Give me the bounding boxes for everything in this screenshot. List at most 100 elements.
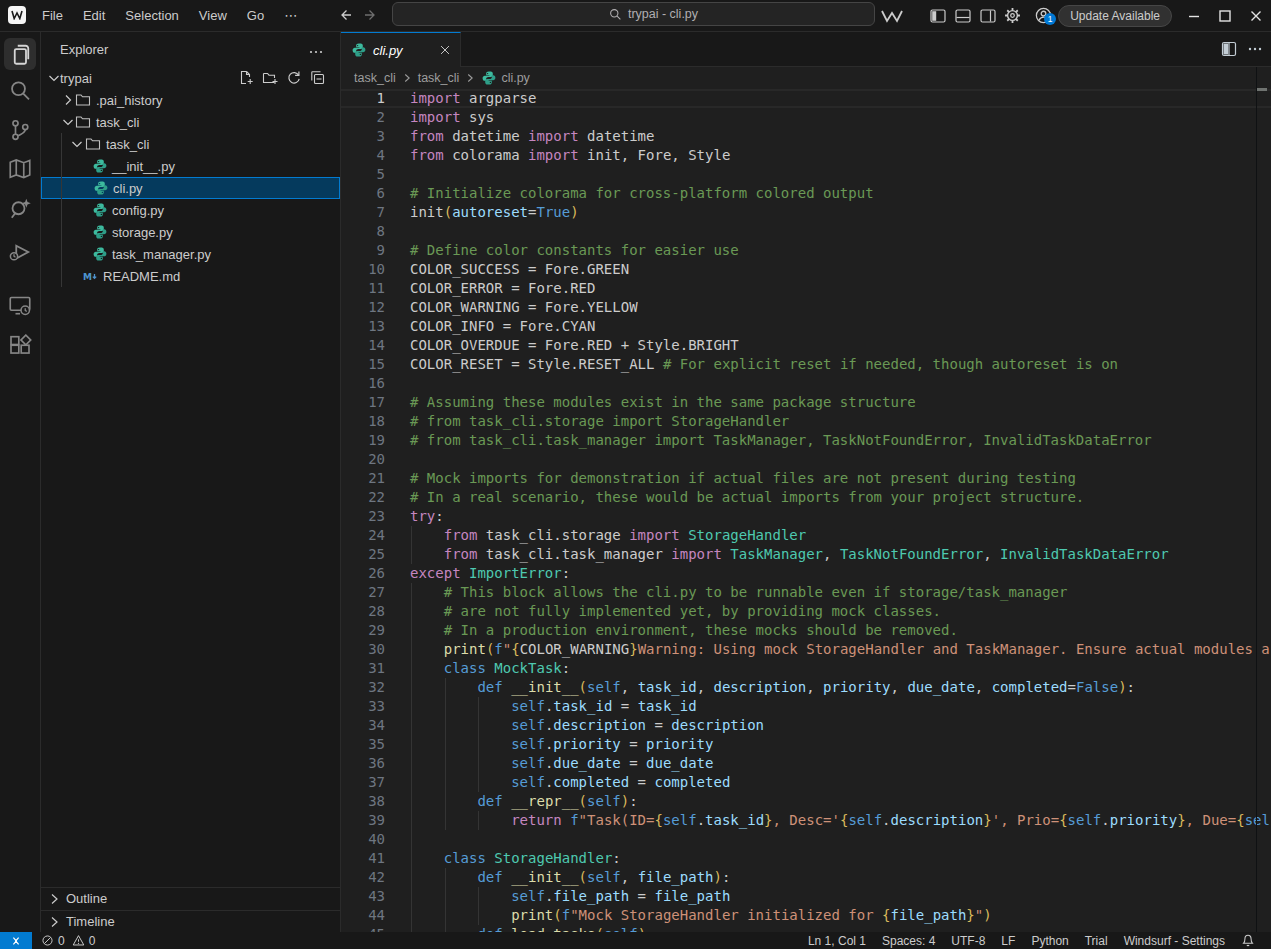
status-ln-1-col-1[interactable]: Ln 1, Col 1 (800, 934, 874, 948)
code-area[interactable]: 1import argparse2import sys3from datetim… (341, 89, 1271, 932)
tree-item-task_cli[interactable]: task_cli (41, 133, 340, 155)
code-line-2[interactable]: 2import sys (341, 108, 1271, 127)
windsurf-logo-icon[interactable] (8, 6, 26, 24)
split-editor-icon[interactable] (1221, 41, 1237, 57)
toggle-panel-icon[interactable] (952, 5, 974, 27)
code-line-20[interactable]: 20 (341, 450, 1271, 469)
tab-cli-py[interactable]: cli.py (341, 32, 461, 67)
tree-item-config.py[interactable]: config.py (41, 199, 340, 221)
settings-gear-icon[interactable] (1001, 5, 1023, 27)
activitybar-run-debug-icon[interactable] (4, 235, 36, 267)
code-line-15[interactable]: 15COLOR_RESET = Style.RESET_ALL # For ex… (341, 355, 1271, 374)
status-python[interactable]: Python (1023, 934, 1076, 948)
code-line-45[interactable]: 45 def load_tasks(self): (341, 925, 1271, 932)
code-line-39[interactable]: 39 return f"Task(ID={self.task_id}, Desc… (341, 811, 1271, 830)
code-line-35[interactable]: 35 self.priority = priority (341, 735, 1271, 754)
code-line-19[interactable]: 19# from task_cli.task_manager import Ta… (341, 431, 1271, 450)
code-line-42[interactable]: 42 def __init__(self, file_path): (341, 868, 1271, 887)
activitybar-extensions-icon[interactable] (4, 330, 36, 362)
code-line-36[interactable]: 36 self.due_date = due_date (341, 754, 1271, 773)
code-line-23[interactable]: 23try: (341, 507, 1271, 526)
menu-view[interactable]: View (189, 0, 237, 31)
tree-item-trypai[interactable]: trypai (41, 67, 340, 89)
sidebar-more-actions-icon[interactable] (308, 44, 324, 60)
collapse-all-icon[interactable] (310, 70, 326, 86)
outline-section[interactable]: Outline (41, 887, 340, 909)
breadcrumb-item[interactable]: task_cli (354, 71, 396, 85)
code-line-29[interactable]: 29 # In a production environment, these … (341, 621, 1271, 640)
code-line-6[interactable]: 6# Initialize colorama for cross-platfor… (341, 184, 1271, 203)
remote-indicator[interactable] (0, 932, 32, 949)
close-button[interactable] (1240, 0, 1271, 31)
code-line-24[interactable]: 24 from task_cli.storage import StorageH… (341, 526, 1271, 545)
new-folder-icon[interactable] (262, 70, 278, 86)
code-line-14[interactable]: 14COLOR_OVERDUE = Fore.RED + Style.BRIGH… (341, 336, 1271, 355)
code-line-12[interactable]: 12COLOR_WARNING = Fore.YELLOW (341, 298, 1271, 317)
account-icon[interactable]: 1 (1032, 5, 1054, 27)
activitybar-windsurf-search-icon[interactable] (4, 193, 36, 225)
new-file-icon[interactable] (238, 70, 254, 86)
code-line-10[interactable]: 10COLOR_SUCCESS = Fore.GREEN (341, 260, 1271, 279)
code-line-5[interactable]: 5 (341, 165, 1271, 184)
code-line-17[interactable]: 17# Assuming these modules exist in the … (341, 393, 1271, 412)
menu-go[interactable]: Go (237, 0, 274, 31)
code-line-32[interactable]: 32 def __init__(self, task_id, descripti… (341, 678, 1271, 697)
tree-item-task_manager.py[interactable]: task_manager.py (41, 243, 340, 265)
menu-selection[interactable]: Selection (115, 0, 188, 31)
code-line-27[interactable]: 27 # This block allows the cli.py to be … (341, 583, 1271, 602)
code-line-1[interactable]: 1import argparse (341, 89, 1271, 108)
code-line-22[interactable]: 22# In a real scenario, these would be a… (341, 488, 1271, 507)
code-line-44[interactable]: 44 print(f"Mock StorageHandler initializ… (341, 906, 1271, 925)
timeline-section[interactable]: Timeline (41, 910, 340, 932)
code-line-37[interactable]: 37 self.completed = completed (341, 773, 1271, 792)
code-line-26[interactable]: 26except ImportError: (341, 564, 1271, 583)
activitybar-source-control-icon[interactable] (4, 114, 36, 146)
toggle-right-sidebar-icon[interactable] (977, 5, 999, 27)
tree-item-task_cli[interactable]: task_cli (41, 111, 340, 133)
menu-edit[interactable]: Edit (73, 0, 115, 31)
notifications-bell-icon[interactable] (1233, 934, 1263, 948)
activitybar-explorer-icon[interactable] (4, 38, 36, 70)
minimize-button[interactable] (1178, 0, 1209, 31)
code-line-13[interactable]: 13COLOR_INFO = Fore.CYAN (341, 317, 1271, 336)
tree-item-__init__.py[interactable]: __init__.py (41, 155, 340, 177)
activitybar-remote-explorer-icon[interactable] (4, 289, 36, 321)
status-spaces-4[interactable]: Spaces: 4 (874, 934, 943, 948)
activitybar-search-icon[interactable] (4, 75, 36, 107)
code-line-21[interactable]: 21# Mock imports for demonstration if ac… (341, 469, 1271, 488)
code-line-16[interactable]: 16 (341, 374, 1271, 393)
tree-item-README.md[interactable]: MREADME.md (41, 265, 340, 287)
status-lf[interactable]: LF (993, 934, 1023, 948)
update-available-button[interactable]: Update Available (1058, 5, 1172, 27)
code-line-18[interactable]: 18# from task_cli.storage import Storage… (341, 412, 1271, 431)
menu-more[interactable]: ⋯ (274, 0, 307, 31)
code-line-25[interactable]: 25 from task_cli.task_manager import Tas… (341, 545, 1271, 564)
nav-back-icon[interactable] (335, 5, 355, 25)
refresh-icon[interactable] (286, 70, 302, 86)
status-windsurf-settings[interactable]: Windsurf - Settings (1116, 934, 1233, 948)
code-line-41[interactable]: 41 class StorageHandler: (341, 849, 1271, 868)
code-line-7[interactable]: 7init(autoreset=True) (341, 203, 1271, 222)
tree-item-.pai_history[interactable]: .pai_history (41, 89, 340, 111)
maximize-button[interactable] (1209, 0, 1240, 31)
code-line-40[interactable]: 40 (341, 830, 1271, 849)
activitybar-map-icon[interactable] (4, 153, 36, 185)
code-line-9[interactable]: 9# Define color constants for easier use (341, 241, 1271, 260)
tree-item-storage.py[interactable]: storage.py (41, 221, 340, 243)
code-line-28[interactable]: 28 # are not fully implemented yet, by p… (341, 602, 1271, 621)
code-line-11[interactable]: 11COLOR_ERROR = Fore.RED (341, 279, 1271, 298)
code-line-43[interactable]: 43 self.file_path = file_path (341, 887, 1271, 906)
problems-status[interactable]: 0 0 (41, 934, 95, 948)
code-line-4[interactable]: 4from colorama import init, Fore, Style (341, 146, 1271, 165)
editor-more-actions-icon[interactable] (1247, 41, 1263, 57)
code-line-33[interactable]: 33 self.task_id = task_id (341, 697, 1271, 716)
code-line-38[interactable]: 38 def __repr__(self): (341, 792, 1271, 811)
toggle-left-sidebar-icon[interactable] (927, 5, 949, 27)
breadcrumb-item[interactable]: cli.py (501, 71, 529, 85)
code-line-8[interactable]: 8 (341, 222, 1271, 241)
nav-forward-icon[interactable] (361, 5, 381, 25)
breadcrumb-item[interactable]: task_cli (418, 71, 460, 85)
tree-item-cli.py[interactable]: cli.py (41, 177, 340, 199)
code-line-31[interactable]: 31 class MockTask: (341, 659, 1271, 678)
code-line-3[interactable]: 3from datetime import datetime (341, 127, 1271, 146)
